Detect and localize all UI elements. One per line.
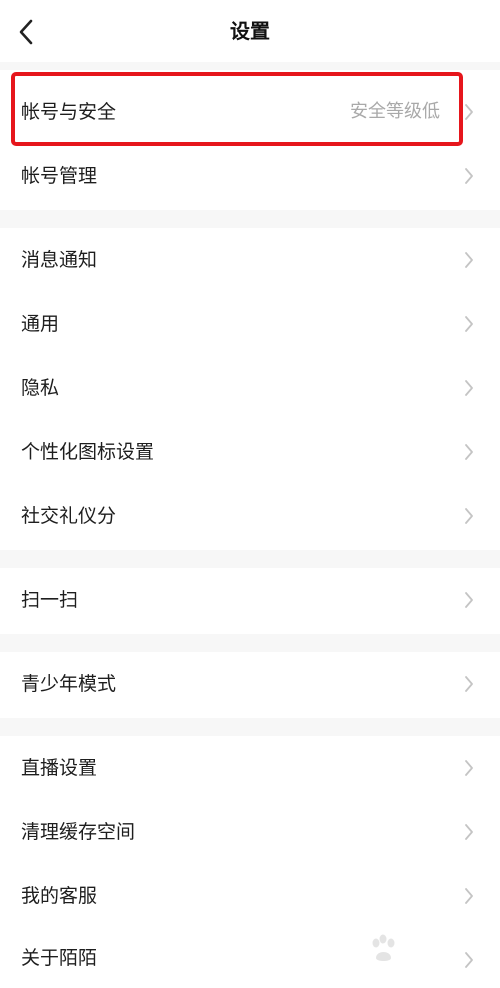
- row-label: 消息通知: [21, 249, 98, 271]
- settings-row-clear-cache[interactable]: 清理缓存空间: [0, 800, 500, 864]
- settings-row-privacy[interactable]: 隐私: [0, 356, 500, 420]
- row-label: 通用: [21, 313, 60, 335]
- row-label: 青少年模式: [21, 673, 117, 695]
- section-divider: [0, 210, 500, 228]
- chevron-right-icon: [464, 168, 474, 184]
- chevron-right-icon: [464, 824, 474, 840]
- settings-row-scan[interactable]: 扫一扫: [0, 568, 500, 632]
- chevron-left-icon: [19, 19, 33, 45]
- settings-row-about[interactable]: 关于陌陌: [0, 928, 500, 972]
- row-label: 扫一扫: [21, 589, 79, 611]
- settings-row-notifications[interactable]: 消息通知: [0, 228, 500, 292]
- header-bar: 设置: [0, 0, 500, 62]
- settings-row-custom-icon[interactable]: 个性化图标设置: [0, 420, 500, 484]
- section-divider: [0, 62, 500, 70]
- settings-row-teen-mode[interactable]: 青少年模式: [0, 652, 500, 716]
- security-level-value: 安全等级低: [350, 101, 440, 122]
- chevron-right-icon: [464, 676, 474, 692]
- section-divider: [0, 718, 500, 736]
- chevron-right-icon: [464, 952, 474, 968]
- settings-row-account-security[interactable]: 帐号与安全 安全等级低: [0, 80, 500, 144]
- settings-row-customer-service[interactable]: 我的客服: [0, 864, 500, 928]
- row-label: 个性化图标设置: [21, 441, 155, 463]
- section-divider: [0, 634, 500, 652]
- row-label: 隐私: [21, 377, 60, 399]
- chevron-right-icon: [464, 888, 474, 904]
- settings-row-social-etiquette[interactable]: 社交礼仪分: [0, 484, 500, 548]
- page-title: 设置: [230, 19, 270, 43]
- row-label: 关于陌陌: [21, 947, 98, 969]
- chevron-right-icon: [464, 592, 474, 608]
- settings-row-live-settings[interactable]: 直播设置: [0, 736, 500, 800]
- chevron-right-icon: [464, 104, 474, 120]
- settings-row-account-management[interactable]: 帐号管理: [0, 144, 500, 208]
- row-label: 帐号管理: [21, 165, 98, 187]
- chevron-right-icon: [464, 760, 474, 776]
- chevron-right-icon: [464, 380, 474, 396]
- section-divider: [0, 550, 500, 568]
- settings-row-general[interactable]: 通用: [0, 292, 500, 356]
- row-label: 清理缓存空间: [21, 821, 136, 843]
- row-label: 社交礼仪分: [21, 505, 117, 527]
- chevron-right-icon: [464, 316, 474, 332]
- chevron-right-icon: [464, 444, 474, 460]
- row-label: 直播设置: [21, 757, 98, 779]
- chevron-right-icon: [464, 252, 474, 268]
- back-button[interactable]: [6, 12, 46, 52]
- chevron-right-icon: [464, 508, 474, 524]
- row-label: 帐号与安全: [21, 101, 117, 123]
- row-label: 我的客服: [21, 885, 98, 907]
